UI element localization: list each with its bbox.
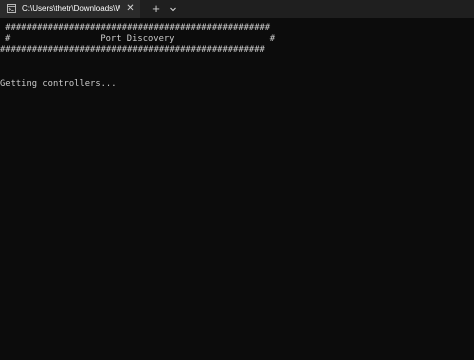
new-tab-button[interactable]: +	[149, 1, 163, 17]
tab-active[interactable]: C:\Users\thetr\Downloads\Wi ✕	[0, 0, 140, 18]
close-icon[interactable]: ✕	[125, 3, 136, 14]
tab-bar: C:\Users\thetr\Downloads\Wi ✕ +	[0, 0, 474, 18]
tab-title: C:\Users\thetr\Downloads\Wi	[22, 4, 120, 13]
terminal-line: ########################################…	[0, 45, 265, 55]
terminal-line: # Port Discovery #	[5, 34, 276, 44]
terminal-window: C:\Users\thetr\Downloads\Wi ✕ + ########…	[0, 0, 474, 360]
terminal-icon	[7, 4, 16, 13]
terminal-line: Getting controllers...	[0, 79, 117, 89]
terminal-line: ########################################…	[0, 23, 271, 33]
terminal-output[interactable]: ########################################…	[0, 18, 474, 360]
chevron-down-icon[interactable]	[166, 1, 180, 17]
